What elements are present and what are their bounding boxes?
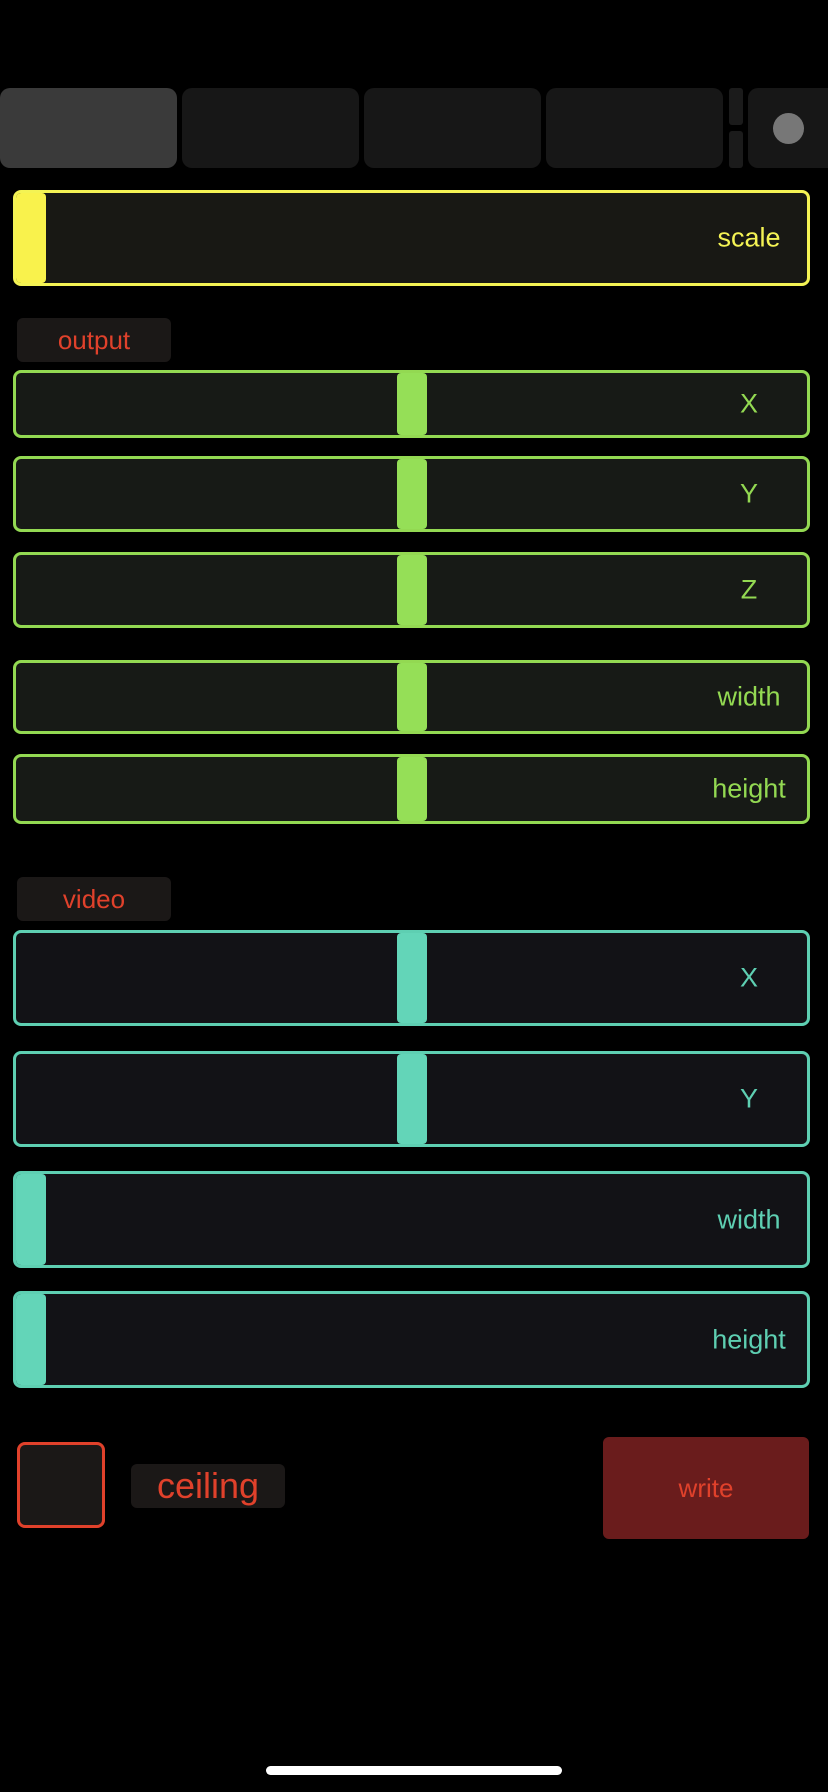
video-y-slider[interactable]: Y — [13, 1051, 810, 1147]
tab-2[interactable] — [182, 88, 359, 168]
home-indicator — [266, 1766, 562, 1775]
scale-slider-label: scale — [717, 222, 781, 253]
output-z-slider-handle[interactable] — [396, 555, 427, 625]
output-width-slider-label: width — [717, 681, 781, 712]
tab-1[interactable] — [0, 88, 177, 168]
video-x-slider-label: X — [739, 962, 759, 993]
write-button[interactable]: write — [603, 1437, 809, 1539]
video-x-slider[interactable]: X — [13, 930, 810, 1026]
video-section-label: video — [17, 877, 171, 921]
output-z-slider-label: Z — [740, 574, 758, 605]
tab-divider-bottom — [729, 131, 743, 168]
output-height-slider-handle[interactable] — [396, 757, 427, 821]
output-width-slider[interactable]: width — [13, 660, 810, 734]
output-section-label: output — [17, 318, 171, 362]
output-height-slider[interactable]: height — [13, 754, 810, 824]
ceiling-toggle[interactable] — [17, 1442, 105, 1528]
output-y-slider[interactable]: Y — [13, 456, 810, 532]
output-x-slider[interactable]: X — [13, 370, 810, 438]
scale-slider-handle[interactable] — [16, 193, 46, 283]
video-height-slider[interactable]: height — [13, 1291, 810, 1388]
output-y-slider-handle[interactable] — [396, 459, 427, 529]
output-height-slider-label: height — [712, 773, 786, 804]
tab-divider-top — [729, 88, 743, 125]
tab-3[interactable] — [364, 88, 541, 168]
video-x-slider-handle[interactable] — [396, 933, 427, 1023]
tab-record[interactable] — [748, 88, 828, 168]
record-dot-icon — [773, 113, 804, 144]
video-y-slider-label: Y — [739, 1083, 759, 1114]
video-height-slider-label: height — [712, 1324, 786, 1354]
output-width-slider-handle[interactable] — [396, 663, 427, 731]
scale-slider[interactable]: scale — [13, 190, 810, 286]
video-width-slider-label: width — [717, 1204, 781, 1234]
output-z-slider[interactable]: Z — [13, 552, 810, 628]
output-x-slider-handle[interactable] — [396, 373, 427, 435]
tab-4[interactable] — [546, 88, 723, 168]
video-width-slider-handle[interactable] — [16, 1174, 46, 1265]
video-width-slider[interactable]: width — [13, 1171, 810, 1268]
output-x-slider-label: X — [739, 388, 759, 419]
video-height-slider-handle[interactable] — [16, 1294, 46, 1385]
output-y-slider-label: Y — [739, 478, 759, 509]
video-y-slider-handle[interactable] — [396, 1054, 427, 1144]
ceiling-label: ceiling — [131, 1464, 285, 1508]
